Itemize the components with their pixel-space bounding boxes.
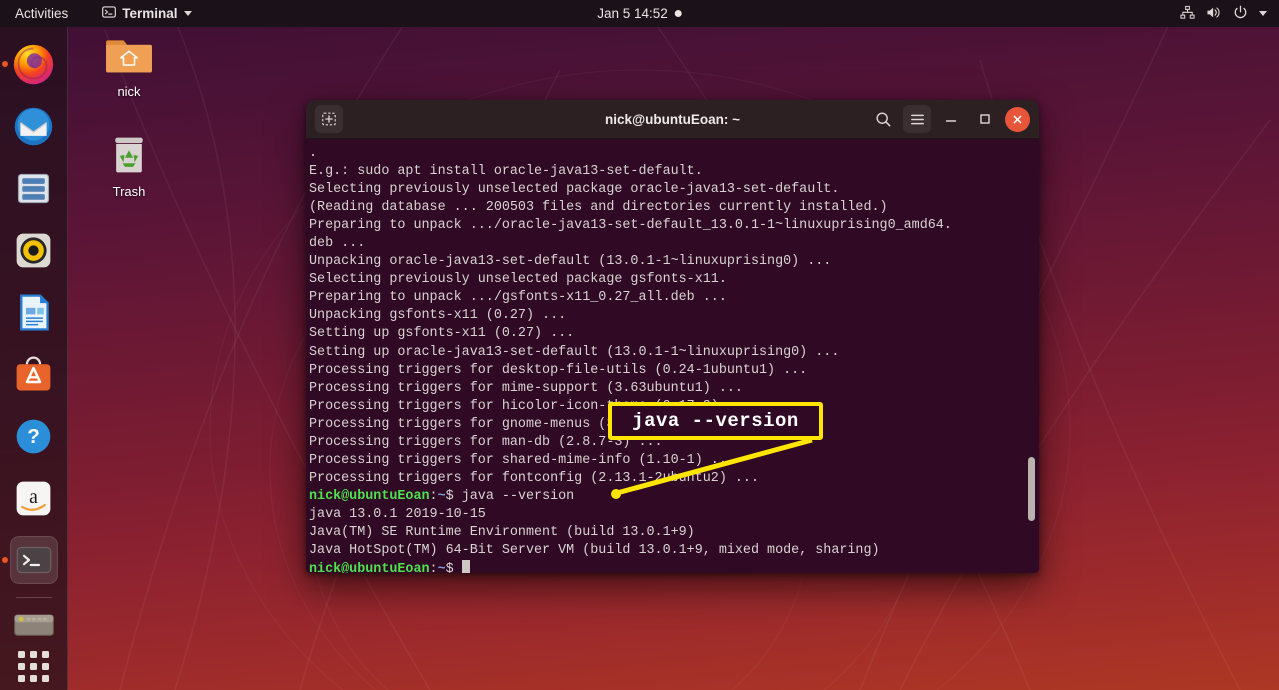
grid-dot (30, 663, 37, 670)
activities-label: Activities (15, 6, 69, 21)
grid-dot (18, 651, 25, 658)
notification-dot-icon (674, 10, 682, 17)
show-applications-button[interactable] (13, 651, 55, 682)
terminal-window[interactable]: nick@ubuntuEoan: ~ . E.g.: sudo apt inst… (306, 100, 1039, 573)
terminal-titlebar[interactable]: nick@ubuntuEoan: ~ (306, 100, 1039, 139)
power-icon (1233, 5, 1248, 23)
help-icon: ? (16, 419, 51, 453)
dock: ? a (0, 27, 68, 690)
dock-item-install-ubuntu[interactable] (10, 602, 58, 650)
clock-label: Jan 5 14:52 (597, 6, 668, 21)
maximize-button[interactable] (971, 105, 999, 133)
trash-icon (115, 137, 143, 173)
firefox-icon (13, 44, 54, 84)
minimize-button[interactable] (937, 105, 965, 133)
ubuntu-software-icon (16, 356, 51, 390)
maximize-icon (980, 114, 990, 124)
grid-dot (18, 675, 25, 682)
chevron-down-icon (1259, 11, 1267, 16)
search-button[interactable] (869, 105, 897, 133)
desktop-icon-label: Trash (112, 184, 146, 199)
grid-dot (42, 651, 49, 658)
terminal-output: . E.g.: sudo apt install oracle-java13-s… (309, 146, 952, 573)
grid-dot (18, 663, 25, 670)
amazon-icon: a (16, 481, 51, 515)
thunderbird-icon (14, 107, 53, 145)
minimize-icon (945, 120, 957, 122)
dock-item-amazon[interactable]: a (10, 474, 58, 522)
search-icon (875, 111, 890, 126)
top-bar: Activities Terminal Jan 5 14:52 (0, 0, 1279, 27)
svg-text:?: ? (27, 425, 40, 448)
annotation-text: java --version (632, 410, 799, 432)
app-menu-label: Terminal (122, 6, 178, 21)
new-tab-icon (322, 112, 336, 126)
dock-item-help[interactable]: ? (10, 412, 58, 460)
svg-text:a: a (29, 486, 38, 508)
grid-dot (30, 675, 37, 682)
volume-icon (1206, 5, 1222, 23)
menu-button[interactable] (903, 105, 931, 133)
running-indicator (1, 61, 8, 67)
chevron-down-icon (183, 11, 192, 16)
dock-item-libreoffice-writer[interactable] (10, 288, 58, 336)
grid-dot (42, 675, 49, 682)
dock-item-rhythmbox[interactable] (10, 226, 58, 274)
network-icon (1180, 5, 1195, 23)
install-ubuntu-icon (13, 614, 54, 636)
close-button[interactable] (1005, 106, 1030, 132)
libreoffice-writer-icon (20, 293, 49, 331)
desktop-icon-home-folder[interactable]: nick (86, 33, 172, 99)
activities-button[interactable]: Activities (6, 0, 77, 27)
dock-item-files[interactable] (10, 164, 58, 212)
close-icon (1013, 115, 1022, 123)
terminal-scrollbar[interactable] (1028, 457, 1035, 521)
dock-item-terminal[interactable] (1, 536, 58, 584)
dock-item-firefox[interactable] (1, 40, 58, 88)
new-tab-button[interactable] (315, 105, 343, 133)
terminal-icon (102, 5, 117, 22)
dock-separator (15, 597, 52, 598)
grid-dot (42, 663, 49, 670)
running-indicator (1, 557, 8, 563)
terminal-icon (16, 546, 51, 574)
clock-button[interactable]: Jan 5 14:52 (588, 0, 691, 27)
app-menu-button[interactable]: Terminal (93, 0, 200, 27)
system-status-menu[interactable] (1172, 0, 1275, 27)
desktop-icon-trash[interactable]: Trash (86, 133, 172, 199)
dock-item-ubuntu-software[interactable] (10, 350, 58, 398)
hamburger-menu-icon (910, 114, 924, 124)
terminal-body[interactable]: . E.g.: sudo apt install oracle-java13-s… (306, 139, 1039, 573)
grid-dot (30, 651, 37, 658)
desktop-icon-label: nick (117, 84, 141, 99)
dock-item-thunderbird[interactable] (10, 102, 58, 150)
rhythmbox-icon (16, 233, 51, 267)
files-icon (17, 173, 50, 203)
annotation-callout: java --version (608, 402, 823, 440)
folder-home-icon (106, 40, 152, 73)
